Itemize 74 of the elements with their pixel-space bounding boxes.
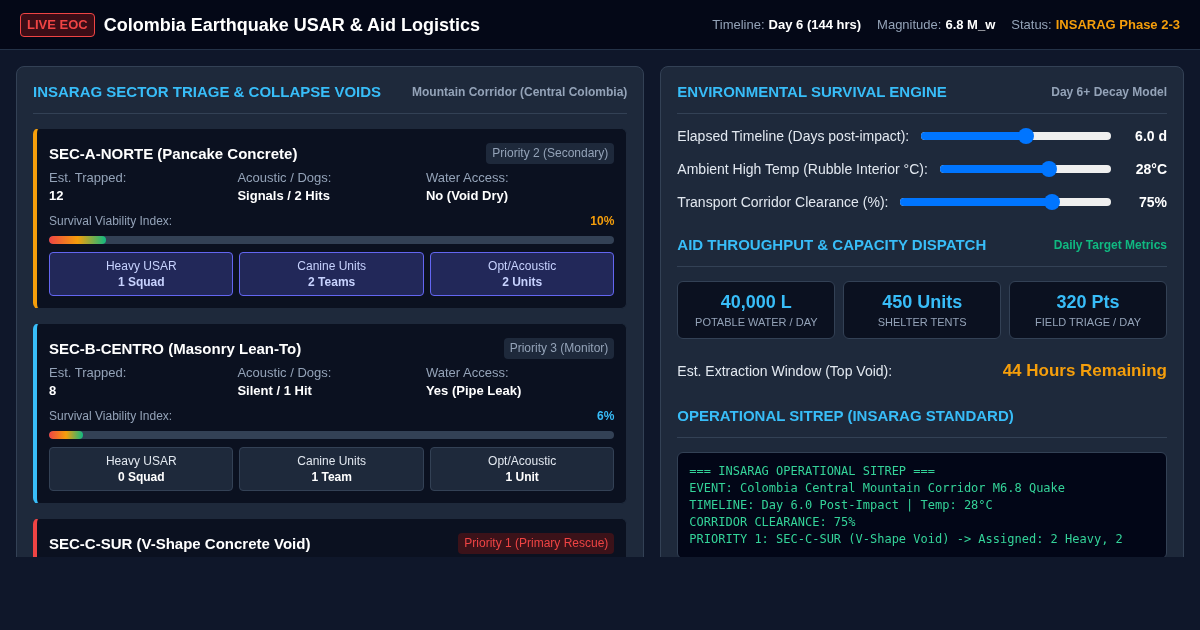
extraction-label: Est. Extraction Window (Top Void): xyxy=(677,362,893,381)
slider-value: 28°C xyxy=(1134,160,1167,179)
viability-percent: 6% xyxy=(597,408,615,424)
resource-label: Opt/Acoustic xyxy=(488,453,557,469)
slider-thumb[interactable] xyxy=(1041,161,1058,177)
resource-label: Heavy USAR xyxy=(105,258,177,274)
metric-value: 320 Pts xyxy=(1056,291,1120,314)
stat-label: Acoustic / Dogs: xyxy=(237,364,333,382)
extraction-value: 44 Hours Remaining xyxy=(1002,360,1167,382)
stat-label: Water Access: xyxy=(425,169,510,187)
sitrep-line: === INSARAG OPERATIONAL SITREP === xyxy=(689,463,936,480)
header-stat-value: 6.8 M_w xyxy=(945,15,996,34)
slider-thumb[interactable] xyxy=(1044,194,1061,210)
slider-track[interactable] xyxy=(921,128,1111,144)
resource-count: 1 Squad xyxy=(117,274,165,290)
metric-label: FIELD TRIAGE / DAY xyxy=(1035,315,1141,330)
priority-badge: Priority 2 (Secondary) xyxy=(486,143,615,164)
sitrep-line: PRIORITY 1: SEC-C-SUR (V-Shape Void) -> Assigned: 2 Heavy, 2 xyxy=(689,531,1124,548)
resource-count: 1 Team xyxy=(311,469,352,485)
sector-title: SEC-B-CENTRO (Masonry Lean-To) xyxy=(49,339,302,358)
resource-label: Opt/Acoustic xyxy=(488,258,557,274)
slider-thumb[interactable] xyxy=(1017,128,1034,144)
stat-value: Yes (Pipe Leak) xyxy=(425,382,523,400)
dashboard-title: Colombia Earthquake USAR & Aid Logistics xyxy=(103,13,481,37)
section-subtitle: Mountain Corridor (Central Colombia) xyxy=(412,84,628,100)
resource-count: 1 Unit xyxy=(505,469,539,485)
stat-value: Signals / 2 Hits xyxy=(237,187,331,205)
stat-label: Est. Trapped: xyxy=(49,364,128,382)
section-subtitle: Daily Target Metrics xyxy=(1053,237,1167,253)
resource-label: Heavy USAR xyxy=(105,453,177,469)
section-title: AID THROUGHPUT & CAPACITY DISPATCH xyxy=(677,236,987,254)
sitrep-line: CORRIDOR CLEARANCE: 75% xyxy=(689,514,857,531)
resource-label: Canine Units xyxy=(297,453,367,469)
section-title: INSARAG SECTOR TRIAGE & COLLAPSE VOIDS xyxy=(33,83,382,101)
header-stat-label: Status: xyxy=(1011,15,1052,34)
header-stat-value: Day 6 (144 hrs) xyxy=(768,15,862,34)
stat-value: No (Void Dry) xyxy=(425,187,509,205)
priority-badge: Priority 1 (Primary Rescue) xyxy=(458,533,615,554)
sitrep-line: TIMELINE: Day 6.0 Post-Impact | Temp: 28°C xyxy=(689,497,994,514)
sitrep-line: EVENT: Colombia Central Mountain Corridor M6.8 Quake xyxy=(689,480,1067,497)
metric-value: 40,000 L xyxy=(720,291,792,314)
stat-label: Acoustic / Dogs: xyxy=(237,169,333,187)
viability-label: Survival Viability Index: xyxy=(49,213,173,229)
slider-track[interactable] xyxy=(939,161,1111,177)
slider-value: 75% xyxy=(1137,193,1167,212)
sector-title: SEC-C-SUR (V-Shape Concrete Void) xyxy=(49,534,311,553)
metric-label: SHELTER TENTS xyxy=(877,315,967,330)
section-subtitle: Day 6+ Decay Model xyxy=(1051,84,1167,100)
metric-label: POTABLE WATER / DAY xyxy=(695,315,818,330)
metric-value: 450 Units xyxy=(882,291,963,314)
stat-label: Est. Trapped: xyxy=(49,169,128,187)
header-stat-label: Magnitude: xyxy=(877,15,942,34)
stat-value: 12 xyxy=(49,187,65,205)
resource-count: 2 Units xyxy=(502,274,543,290)
viability-percent: 10% xyxy=(590,213,615,229)
slider-label: Ambient High Temp (Rubble Interior °C): xyxy=(677,160,928,179)
slider-track[interactable] xyxy=(900,194,1111,210)
stat-label: Water Access: xyxy=(425,364,510,382)
section-title: OPERATIONAL SITREP (INSARAG STANDARD) xyxy=(677,407,1014,425)
slider-label: Elapsed Timeline (Days post-impact): xyxy=(677,127,910,146)
stat-value: Silent / 1 Hit xyxy=(237,382,313,400)
live-badge: LIVE EOC xyxy=(20,12,95,37)
header-stat-label: Timeline: xyxy=(712,15,765,34)
header-stat-value: INSARAG Phase 2-3 xyxy=(1055,15,1180,34)
sector-title: SEC-A-NORTE (Pancake Concrete) xyxy=(49,144,298,163)
resource-count: 2 Teams xyxy=(308,274,356,290)
stat-value: 8 xyxy=(49,382,58,400)
slider-value: 6.0 d xyxy=(1134,127,1167,146)
resource-count: 0 Squad xyxy=(117,469,165,485)
priority-badge: Priority 3 (Monitor) xyxy=(503,338,615,359)
resource-label: Canine Units xyxy=(297,258,367,274)
section-title: ENVIRONMENTAL SURVIVAL ENGINE xyxy=(677,83,947,101)
viability-label: Survival Viability Index: xyxy=(49,408,173,424)
slider-label: Transport Corridor Clearance (%): xyxy=(677,193,889,212)
